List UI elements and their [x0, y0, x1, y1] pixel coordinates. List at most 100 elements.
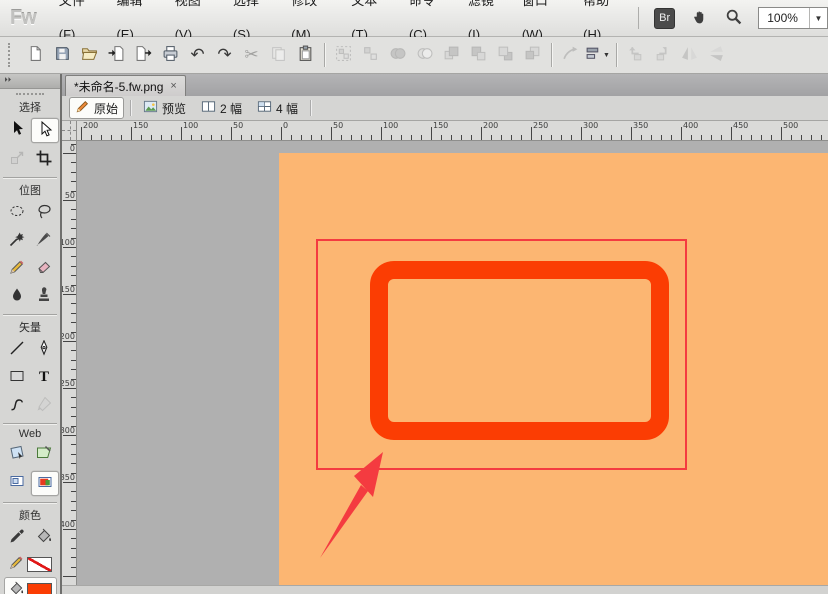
horizontal-ruler[interactable]: 2001501005005010015020025030035040045050…: [77, 121, 828, 141]
paste-button[interactable]: [292, 42, 319, 68]
slice-tool[interactable]: [31, 443, 57, 466]
canvas[interactable]: [279, 153, 828, 585]
section-divider: [3, 177, 57, 178]
rectangle-tool[interactable]: [4, 366, 30, 389]
ruler-tick: [63, 294, 76, 295]
view-mode-原始[interactable]: 原始: [69, 97, 124, 119]
marquee-tool[interactable]: [4, 201, 30, 224]
viewbar-divider: [310, 100, 311, 116]
send-backward-button: [492, 42, 519, 68]
eyedropper-tool[interactable]: [4, 526, 30, 549]
view-mode-4幅[interactable]: 4 幅: [251, 97, 304, 119]
ruler-tick: [81, 127, 82, 140]
hotspot-tool[interactable]: [4, 443, 30, 466]
toolbar-grip[interactable]: [8, 43, 14, 67]
slice-icon: [36, 445, 52, 464]
bring-to-front-button: [438, 42, 465, 68]
ruler-tick: [63, 435, 76, 436]
tools-panel-header[interactable]: [0, 74, 60, 89]
app-logo: Fw: [10, 7, 36, 30]
import-button[interactable]: [103, 42, 130, 68]
vertical-ruler[interactable]: 050100150200250300350400: [62, 141, 77, 585]
undo-button[interactable]: ↶: [184, 42, 211, 68]
ruler-tick: [71, 369, 76, 370]
lasso-tool[interactable]: [31, 201, 57, 224]
ruler-tick: [71, 510, 76, 511]
chevron-down-icon: ▼: [603, 52, 610, 59]
ruler-tick: [121, 135, 122, 140]
ruler-tick: [71, 219, 76, 220]
show-slices-button[interactable]: [31, 471, 59, 496]
line-tool[interactable]: [4, 338, 30, 361]
freeform-tool[interactable]: [4, 394, 30, 417]
hand-tool-button[interactable]: [689, 7, 710, 29]
main-area: 选择位图矢量TWeb颜色视图 *未命名-5.fw.png× 原始预览2 幅4 幅…: [0, 74, 828, 594]
fill-color-swatch[interactable]: [27, 583, 52, 594]
chevron-down-icon[interactable]: ▼: [809, 8, 827, 28]
ruler-tick: [221, 135, 222, 140]
new-document-button[interactable]: [22, 42, 49, 68]
rounded-rectangle-shape[interactable]: [370, 261, 669, 440]
ruler-tick: [331, 127, 332, 140]
red-arrow-annotation: [317, 449, 389, 561]
text-tool[interactable]: T: [31, 366, 57, 389]
status-bar: [62, 585, 828, 594]
pasteboard[interactable]: [77, 141, 828, 585]
hotspot-icon: [9, 445, 25, 464]
ruler-tick: [261, 135, 262, 140]
eraser-tool[interactable]: [31, 257, 57, 280]
ruler-label: 350: [633, 121, 648, 130]
save-icon: [54, 45, 71, 65]
ruler-tick: [411, 135, 412, 140]
document-tab[interactable]: *未命名-5.fw.png×: [65, 75, 186, 96]
magic-wand-tool[interactable]: [4, 229, 30, 252]
ruler-tick: [151, 135, 152, 140]
adobe-bridge-button[interactable]: Br: [654, 8, 676, 29]
subselection-tool[interactable]: [31, 118, 59, 143]
view-mode-label: 2 幅: [220, 100, 242, 117]
scale-tool: [4, 148, 30, 171]
tools-panel-grip[interactable]: [16, 93, 44, 95]
print-icon: [162, 45, 179, 65]
paint-bucket-tool[interactable]: [31, 526, 57, 549]
knife-icon: [36, 396, 52, 415]
stroke-color-well[interactable]: [0, 555, 60, 573]
crop-tool[interactable]: [31, 148, 57, 171]
view-mode-预览[interactable]: 预览: [137, 97, 192, 119]
pen-tool[interactable]: [31, 338, 57, 361]
scale-icon: [9, 150, 25, 169]
open-button[interactable]: [76, 42, 103, 68]
fill-color-well[interactable]: [4, 577, 57, 594]
align-button[interactable]: ▼: [584, 42, 611, 68]
view-mode-2幅[interactable]: 2 幅: [195, 97, 248, 119]
ruler-label: 400: [683, 121, 698, 130]
zoom-level-select[interactable]: 100% ▼: [758, 7, 828, 29]
brush-tool[interactable]: [31, 229, 57, 252]
ruler-corner[interactable]: [62, 121, 77, 141]
ruler-tick: [491, 135, 492, 140]
redo-icon: ↷: [217, 47, 231, 64]
print-button[interactable]: [157, 42, 184, 68]
ruler-tick: [471, 135, 472, 140]
blur-tool[interactable]: [4, 285, 30, 308]
zoom-tool-button[interactable]: [723, 7, 744, 29]
ruler-tick: [741, 135, 742, 140]
ruler-tick: [141, 135, 142, 140]
redo-button[interactable]: ↷: [211, 42, 238, 68]
tab-close-button[interactable]: ×: [170, 80, 176, 92]
toolbar-items: ↶↷✂▼: [22, 42, 730, 68]
pencil-tool[interactable]: [4, 257, 30, 280]
ruler-label: 450: [733, 121, 748, 130]
ruler-tick: [71, 275, 76, 276]
hide-slices-button[interactable]: [4, 471, 30, 494]
ruler-tick: [71, 322, 76, 323]
ruler-label: 150: [133, 121, 148, 130]
ruler-tick: [71, 181, 76, 182]
rubber-stamp-tool[interactable]: [31, 285, 57, 308]
export-button[interactable]: [130, 42, 157, 68]
pointer-tool[interactable]: [4, 118, 30, 141]
open-icon: [81, 45, 98, 65]
stroke-color-swatch[interactable]: [27, 557, 52, 572]
ruler-tick: [281, 127, 282, 140]
save-button[interactable]: [49, 42, 76, 68]
